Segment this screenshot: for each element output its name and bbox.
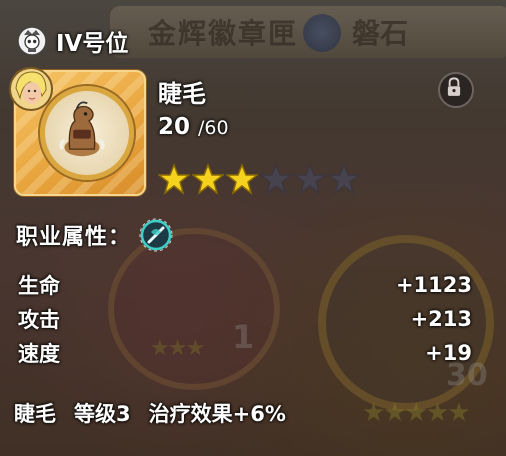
hero-medal: [40, 86, 134, 180]
stat-value: +213: [410, 307, 472, 331]
camel-icon: [59, 101, 105, 157]
star-empty-icon: [294, 163, 326, 195]
stat-name: 攻击: [18, 308, 60, 332]
skull-emblem-icon: [17, 26, 47, 56]
hero-level: 20 /60: [158, 114, 229, 140]
class-attribute-row: 职业属性：: [16, 218, 173, 252]
stat-row-attack: 攻击 +213: [18, 302, 472, 336]
stat-value: +19: [425, 341, 472, 365]
bonus-footer: 睫毛 等级3 治疗效果+6%: [14, 398, 286, 428]
star-filled-icon: [192, 163, 224, 195]
position-header: IV号位: [16, 24, 128, 58]
hero-level-max: /60: [198, 117, 229, 139]
lock-button[interactable]: [438, 72, 474, 108]
stat-row-speed: 速度 +19: [18, 336, 472, 370]
class-attribute-label: 职业属性：: [16, 225, 132, 250]
hero-name: 睫毛: [158, 80, 206, 108]
footer-hero-name: 睫毛: [14, 402, 56, 426]
star-empty-icon: [328, 163, 360, 195]
stats-list: 生命 +1123 攻击 +213 速度 +19: [18, 268, 472, 370]
footer-grade: 等级3: [74, 402, 131, 426]
lock-icon: [447, 77, 461, 96]
hero-star-rating: [158, 163, 360, 195]
hero-tooltip-panel: IV号位 睫毛 20 /60 职业属性： 生命 +1123 攻击 +213 速度…: [0, 0, 506, 456]
stat-name: 速度: [18, 342, 60, 366]
healer-class-icon[interactable]: [139, 218, 173, 252]
star-filled-icon: [226, 163, 258, 195]
stat-value: +1123: [395, 273, 472, 297]
footer-bonus: 治疗效果+6%: [148, 402, 286, 426]
stat-row-hp: 生命 +1123: [18, 268, 472, 302]
star-empty-icon: [260, 163, 292, 195]
stat-name: 生命: [18, 274, 60, 298]
position-title: IV号位: [56, 31, 129, 57]
hero-level-current: 20: [158, 114, 191, 140]
character-avatar-icon: [9, 67, 53, 111]
star-filled-icon: [158, 163, 190, 195]
